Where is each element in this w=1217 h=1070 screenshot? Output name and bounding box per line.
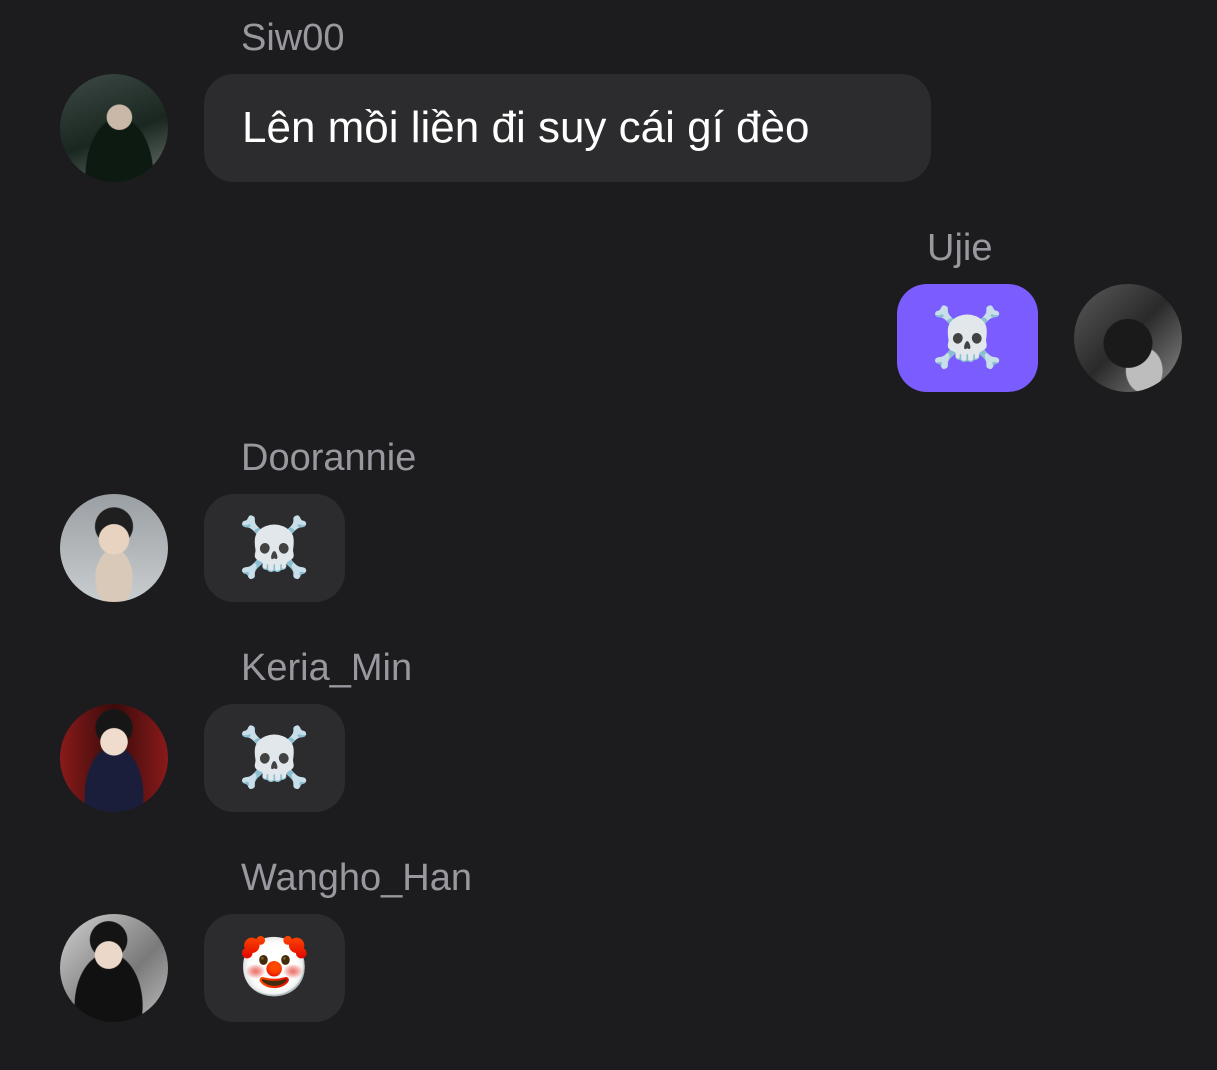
avatar[interactable] bbox=[60, 704, 168, 812]
avatar[interactable] bbox=[60, 914, 168, 1022]
message-bubble[interactable]: ☠️ bbox=[897, 284, 1038, 392]
message-bubble[interactable]: ☠️ bbox=[204, 704, 345, 812]
message-bubble[interactable]: ☠️ bbox=[204, 494, 345, 602]
message-bubble[interactable]: 🤡 bbox=[204, 914, 345, 1022]
avatar[interactable] bbox=[60, 494, 168, 602]
message-bubble[interactable]: Lên mồi liền đi suy cái gí đèo bbox=[204, 74, 931, 182]
message-text: Lên mồi liền đi suy cái gí đèo bbox=[242, 103, 810, 152]
avatar[interactable] bbox=[60, 74, 168, 182]
skull-crossbones-emoji: ☠️ bbox=[238, 515, 311, 580]
sender-name: Doorannie bbox=[241, 437, 417, 479]
sender-name: Wangho_Han bbox=[241, 857, 472, 899]
sender-name: Keria_Min bbox=[241, 647, 413, 689]
skull-crossbones-emoji: ☠️ bbox=[931, 305, 1004, 370]
sender-name: Siw00 bbox=[241, 17, 345, 59]
avatar[interactable] bbox=[1074, 284, 1182, 392]
clown-face-emoji: 🤡 bbox=[238, 935, 311, 1000]
skull-crossbones-emoji: ☠️ bbox=[238, 725, 311, 790]
sender-name: Ujie bbox=[927, 227, 993, 269]
